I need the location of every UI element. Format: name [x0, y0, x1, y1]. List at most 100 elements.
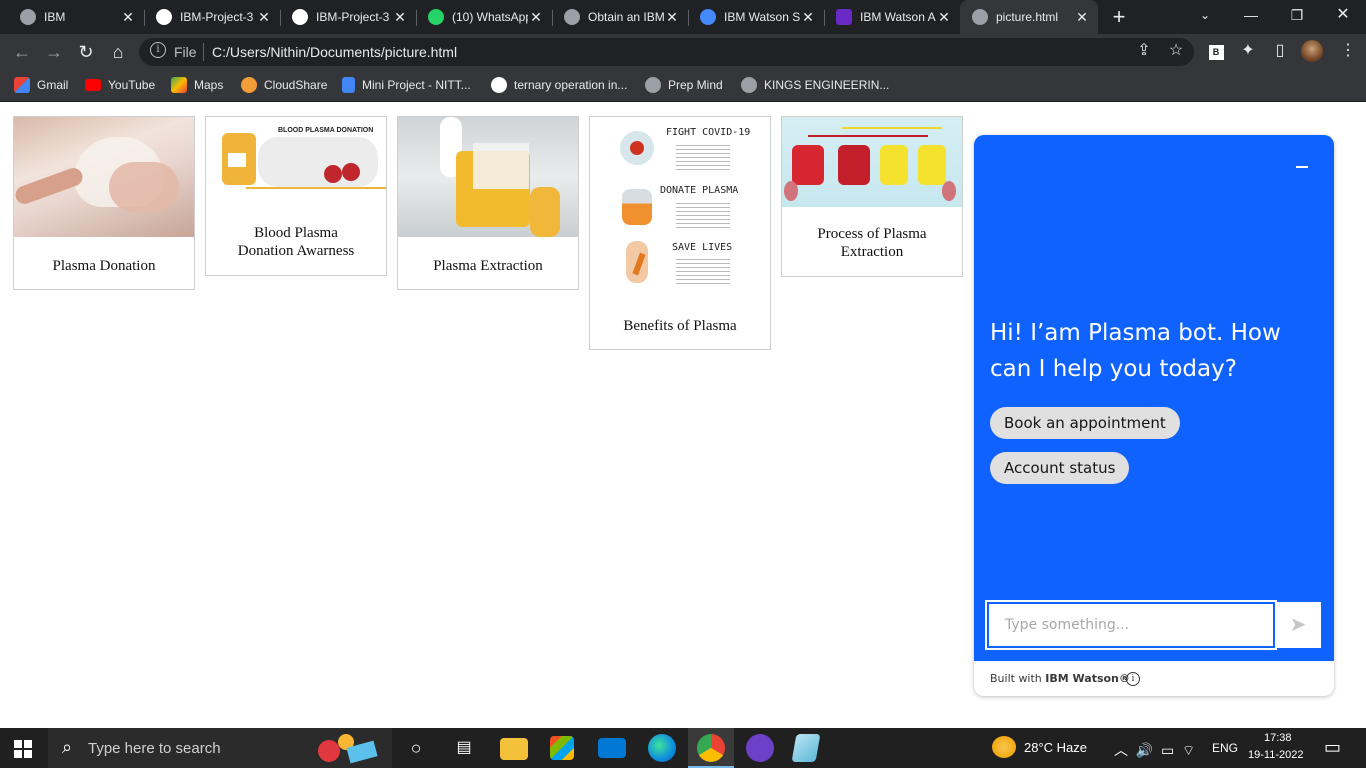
language-indicator[interactable]: ENG: [1212, 741, 1238, 755]
clock-date[interactable]: 19-11-2022: [1248, 749, 1303, 761]
close-tab-icon[interactable]: ✕: [664, 9, 680, 26]
file-explorer-icon[interactable]: [500, 738, 528, 760]
tab-title: IBM-Project-3: [180, 10, 254, 24]
card-blood-plasma-awareness[interactable]: BLOOD PLASMA DONATION Blood Plasma Donat…: [205, 116, 387, 276]
option-account-status[interactable]: Account status: [990, 452, 1130, 484]
poster-line-1: FIGHT COVID-19: [666, 127, 751, 138]
card-caption: Plasma Donation: [52, 258, 156, 274]
bookmark-label: Gmail: [37, 78, 69, 92]
tab-title: Obtain an IBM: [588, 10, 664, 24]
minimize-button[interactable]: —: [1228, 0, 1274, 34]
bookmark-label: KINGS ENGINEERIN...: [764, 78, 890, 92]
home-button[interactable]: ⌂: [104, 38, 132, 66]
tab-obtain-ibm[interactable]: Obtain an IBM ✕: [544, 0, 688, 34]
tab-picture-html[interactable]: picture.html ✕: [960, 0, 1098, 34]
bookmark-maps[interactable]: Maps: [171, 76, 223, 94]
globe-icon: [741, 77, 757, 93]
extension-b-icon[interactable]: B: [1205, 40, 1227, 62]
weather-text[interactable]: 28°C Haze: [1024, 740, 1087, 755]
card-plasma-extraction[interactable]: Plasma Extraction: [397, 116, 579, 290]
bot-greeting: Hi! I’am Plasma bot. How can I help you …: [990, 320, 1281, 382]
tab-watson-studio[interactable]: IBM Watson S ✕: [680, 0, 824, 34]
card-caption: Plasma Extraction: [433, 258, 543, 274]
microsoft-store-icon[interactable]: [550, 736, 574, 760]
bookmark-youtube[interactable]: YouTube: [85, 76, 155, 94]
bookmark-label: ternary operation in...: [514, 78, 628, 92]
github-desktop-icon[interactable]: [746, 734, 774, 762]
close-tab-icon[interactable]: ✕: [256, 9, 272, 26]
address-divider: [203, 43, 204, 61]
windows-start-icon[interactable]: [14, 740, 32, 758]
tab-title: (10) WhatsApp: [452, 10, 528, 24]
info-icon[interactable]: i: [1126, 672, 1140, 686]
search-highlight-icon: [318, 734, 384, 764]
close-tab-icon[interactable]: ✕: [1074, 9, 1090, 26]
bookmark-label: Mini Project - NITT...: [362, 78, 471, 92]
globe-icon: [645, 77, 661, 93]
side-panel-icon[interactable]: ▯: [1269, 40, 1291, 62]
poster-line-3: SAVE LIVES: [672, 242, 733, 253]
option-book-appointment[interactable]: Book an appointment: [990, 407, 1180, 439]
clock-time[interactable]: 17:38: [1264, 732, 1292, 744]
plasma-jar-icon: [622, 189, 652, 225]
whatsapp-icon: [428, 9, 444, 25]
bookmark-prep-mind[interactable]: Prep Mind: [645, 76, 723, 94]
tab-github-1[interactable]: IBM-Project-3 ✕: [136, 0, 280, 34]
tray-tray-icons[interactable]: ︿ 🔊 ▭ ⌔: [1114, 740, 1195, 760]
notes-app-icon[interactable]: [791, 734, 821, 762]
reload-button[interactable]: ↻: [72, 38, 100, 66]
globe-icon: [20, 9, 36, 25]
card-benefits-of-plasma[interactable]: FIGHT COVID-19 DONATE PLASMA SAVE LIVES …: [589, 116, 771, 350]
minimize-chat-icon[interactable]: [1296, 166, 1308, 168]
share-icon[interactable]: ⇪: [1133, 40, 1155, 62]
chat-message-input[interactable]: Type something...: [985, 600, 1277, 650]
bookmark-star-icon[interactable]: ☆: [1165, 40, 1187, 62]
weather-icon: [992, 736, 1016, 758]
new-tab-button[interactable]: +: [1108, 5, 1130, 29]
extensions-puzzle-icon[interactable]: ✦: [1237, 40, 1259, 62]
bookmark-mini-project[interactable]: Mini Project - NITT...: [342, 76, 471, 94]
chrome-icon[interactable]: [697, 734, 725, 762]
info-icon[interactable]: i: [150, 42, 166, 58]
edge-icon[interactable]: [648, 734, 676, 762]
bookmark-cloudshare[interactable]: CloudShare: [241, 76, 327, 94]
bookmark-ternary[interactable]: ternary operation in...: [491, 76, 627, 94]
plasma-donation-photo: [14, 117, 194, 237]
close-tab-icon[interactable]: ✕: [936, 9, 952, 26]
tab-github-2[interactable]: IBM-Project-3 ✕: [272, 0, 416, 34]
menu-kebab-icon[interactable]: ⋮: [1337, 40, 1359, 62]
bookmark-gmail[interactable]: Gmail: [14, 76, 68, 94]
card-caption: Blood Plasma Donation Awarness: [237, 225, 355, 259]
mail-icon[interactable]: [598, 738, 626, 758]
built-with-footer: Built with IBM Watson®: [990, 672, 1130, 685]
address-url[interactable]: C:/Users/Nithin/Documents/picture.html: [212, 44, 457, 60]
forward-button[interactable]: →: [40, 38, 68, 66]
close-tab-icon[interactable]: ✕: [120, 9, 136, 26]
widgets-icon[interactable]: ▤: [450, 734, 478, 762]
footer-prefix: Built with: [990, 672, 1042, 685]
maps-icon: [171, 77, 187, 93]
tab-ibm[interactable]: IBM ✕: [0, 0, 144, 34]
send-icon[interactable]: ➤: [1275, 602, 1321, 648]
poster-line-2: DONATE PLASMA: [660, 185, 739, 196]
footer-brand: IBM Watson®: [1045, 672, 1130, 685]
restore-button[interactable]: ❐: [1274, 0, 1320, 34]
google-icon: [491, 77, 507, 93]
tab-watson-assistant[interactable]: IBM Watson A ✕: [816, 0, 960, 34]
task-view-icon[interactable]: ○: [402, 734, 430, 762]
close-window-button[interactable]: ✕: [1320, 0, 1366, 34]
bookmark-label: Prep Mind: [668, 78, 723, 92]
bookmark-kings[interactable]: KINGS ENGINEERIN...: [741, 76, 889, 94]
tab-whatsapp[interactable]: (10) WhatsApp ✕: [408, 0, 552, 34]
close-tab-icon[interactable]: ✕: [528, 9, 544, 26]
card-plasma-donation[interactable]: Plasma Donation: [13, 116, 195, 290]
notifications-icon[interactable]: ▭: [1324, 737, 1341, 758]
github-icon: [292, 9, 308, 25]
infographic-title: BLOOD PLASMA DONATION: [278, 127, 374, 134]
card-process-plasma-extraction[interactable]: Process of Plasma Extraction: [781, 116, 963, 277]
tab-search-icon[interactable]: ⌄: [1182, 0, 1228, 34]
close-tab-icon[interactable]: ✕: [800, 9, 816, 26]
close-tab-icon[interactable]: ✕: [392, 9, 408, 26]
profile-avatar[interactable]: [1301, 40, 1323, 62]
back-button[interactable]: ←: [8, 38, 36, 66]
